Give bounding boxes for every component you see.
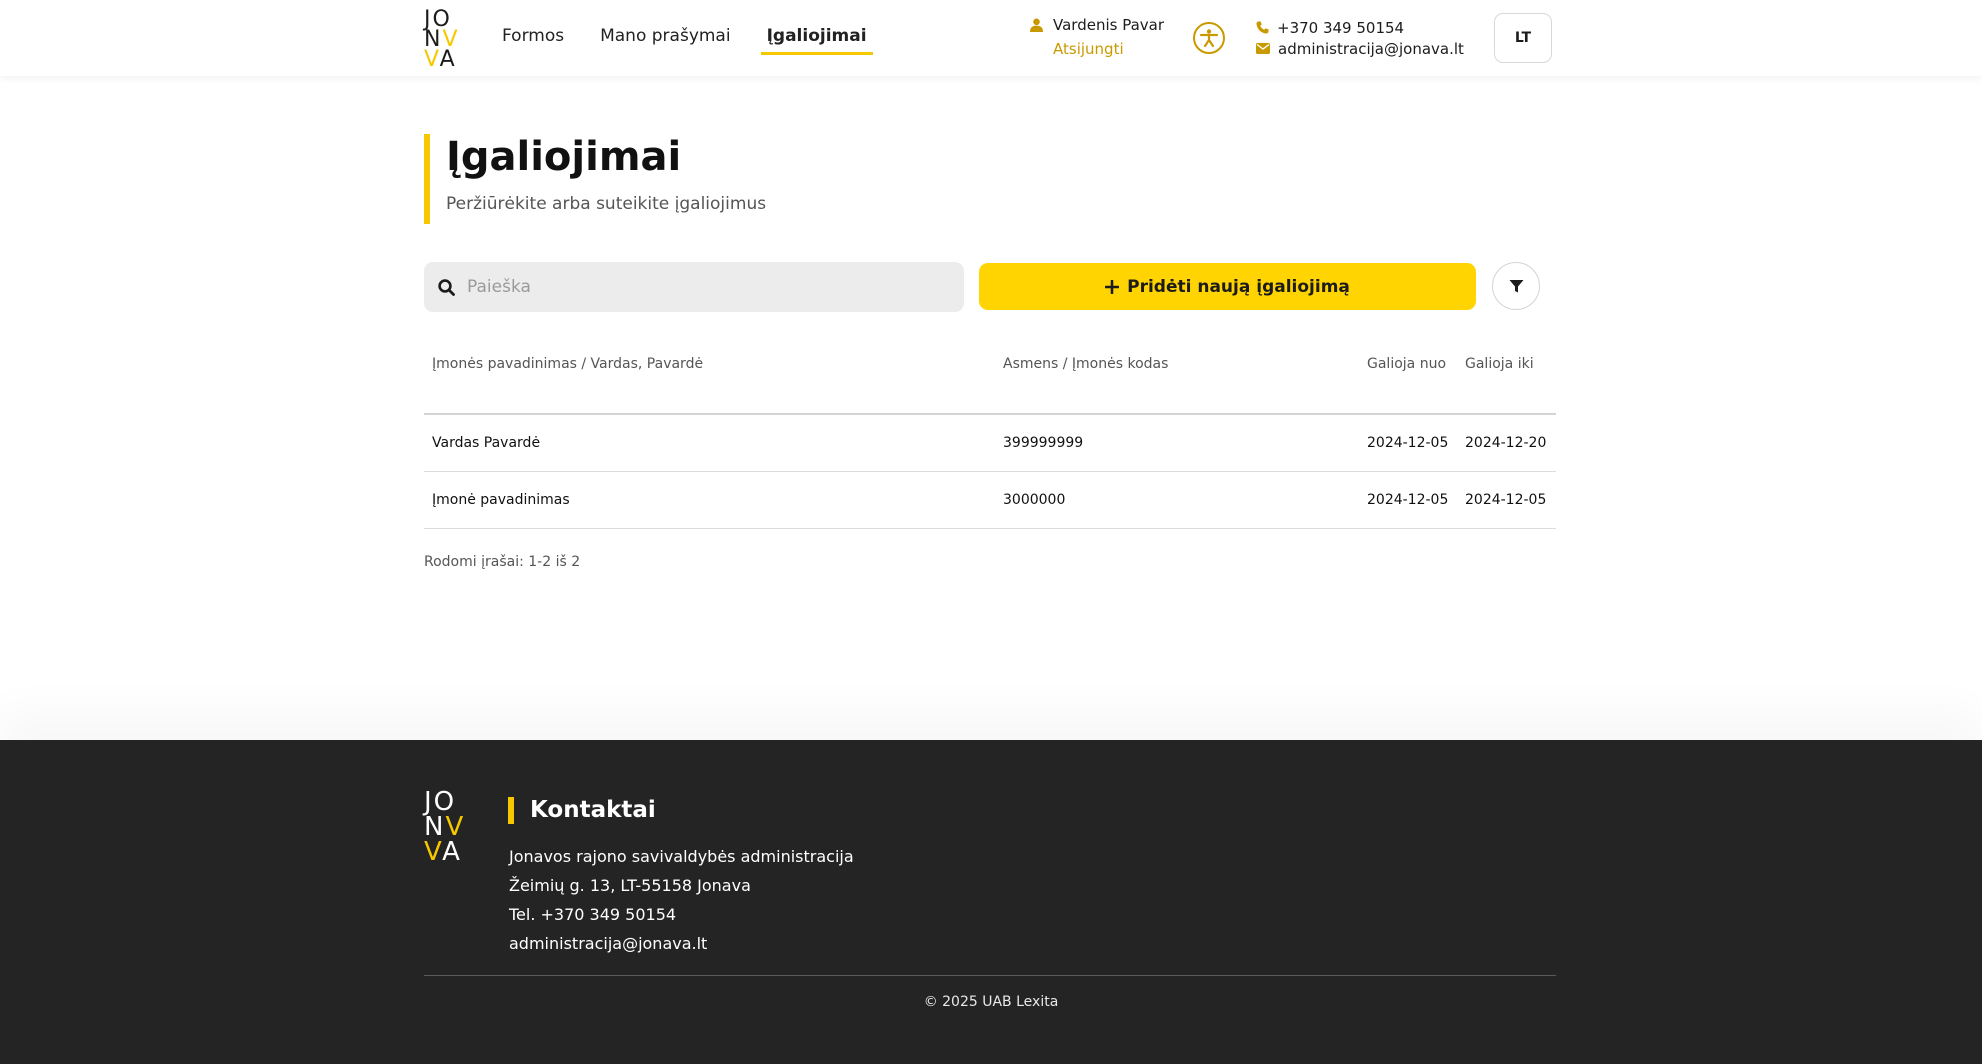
user-name: Vardenis Pavar (1053, 16, 1164, 34)
header-phone[interactable]: +370 349 50154 (1256, 17, 1464, 38)
filter-icon (1509, 279, 1523, 292)
authorizations-table: Įmonės pavadinimas / Vardas, Pavardė Asm… (424, 345, 1556, 529)
search-box (424, 262, 964, 312)
accessibility-button[interactable] (1193, 22, 1225, 54)
table-header-row: Įmonės pavadinimas / Vardas, Pavardė Asm… (424, 345, 1556, 415)
nav-item-mano-prasymai[interactable]: Mano prašymai (600, 26, 730, 55)
copyright: © 2025 UAB Lexita (923, 994, 1059, 1010)
col-header-code[interactable]: Asmens / Įmonės kodas (995, 345, 1359, 415)
cell-valid-to: 2024-12-05 (1457, 471, 1556, 529)
footer-contacts: Jonavos rajono savivaldybės administraci… (509, 842, 854, 958)
accessibility-icon (1199, 29, 1219, 48)
logout-link[interactable]: Atsijungti (1053, 40, 1164, 58)
jonava-logo[interactable]: JO NV VA (424, 9, 460, 72)
page-subtitle: Peržiūrėkite arba suteikite įgaliojimus (446, 194, 767, 214)
cell-valid-from: 2024-12-05 (1359, 414, 1457, 472)
footer-logo-row-3: VA (424, 837, 462, 867)
footer-divider (424, 975, 1556, 976)
envelope-icon (1256, 43, 1270, 54)
add-authorization-button[interactable]: Pridėti naują įgaliojimą (979, 263, 1476, 310)
col-header-valid-to[interactable]: Galioja iki (1457, 345, 1556, 415)
footer-phone[interactable]: Tel. +370 349 50154 (509, 900, 854, 929)
language-button[interactable]: LT (1494, 13, 1552, 63)
filter-button[interactable] (1492, 262, 1540, 310)
table-row[interactable]: Įmonė pavadinimas 3000000 2024-12-05 202… (424, 471, 1556, 529)
header-email-text: administracija@jonava.lt (1278, 39, 1464, 58)
user-block: Vardenis Pavar Atsijungti (1030, 16, 1164, 58)
site-header: JO NV VA Formos Mano prašymai Įgaliojima… (0, 0, 1982, 76)
search-icon (438, 278, 455, 296)
header-contacts: +370 349 50154 administracija@jonava.lt (1256, 17, 1464, 59)
phone-icon (1256, 21, 1269, 34)
footer-contacts-title: Kontaktai (508, 797, 656, 824)
cell-valid-from: 2024-12-05 (1359, 471, 1457, 529)
table-row[interactable]: Vardas Pavardė 399999999 2024-12-05 2024… (424, 414, 1556, 472)
nav-item-formos[interactable]: Formos (502, 26, 564, 55)
user-name-row: Vardenis Pavar (1030, 16, 1164, 34)
search-input[interactable] (467, 277, 947, 297)
cell-name: Vardas Pavardė (424, 414, 995, 472)
cell-code: 399999999 (995, 414, 1359, 472)
page-title: Įgaliojimai (446, 134, 682, 180)
nav-item-igaliojimai[interactable]: Įgaliojimai (760, 26, 873, 55)
logo-row-3: VA (424, 47, 457, 72)
header-phone-text: +370 349 50154 (1277, 18, 1405, 37)
page-title-block: Įgaliojimai Peržiūrėkite arba suteikite … (424, 134, 766, 224)
add-authorization-label: Pridėti naują įgaliojimą (1127, 276, 1350, 297)
col-header-valid-from[interactable]: Galioja nuo (1359, 345, 1457, 415)
footer-email[interactable]: administracija@jonava.lt (509, 929, 854, 958)
col-header-name[interactable]: Įmonės pavadinimas / Vardas, Pavardė (424, 345, 995, 415)
site-footer: JO NV VA Kontaktai Jonavos rajono saviva… (0, 740, 1982, 1064)
footer-address: Žeimių g. 13, LT-55158 Jonava (509, 876, 751, 895)
cell-name: Įmonė pavadinimas (424, 471, 995, 529)
cell-code: 3000000 (995, 471, 1359, 529)
records-count: Rodomi įrašai: 1-2 iš 2 (424, 554, 581, 570)
header-email[interactable]: administracija@jonava.lt (1256, 38, 1464, 59)
footer-org-name: Jonavos rajono savivaldybės administraci… (509, 847, 854, 866)
main-nav: Formos Mano prašymai Įgaliojimai (502, 26, 873, 55)
footer-logo[interactable]: JO NV VA (424, 789, 465, 867)
plus-icon (1105, 279, 1120, 294)
user-icon (1030, 18, 1043, 32)
cell-valid-to: 2024-12-20 (1457, 414, 1556, 472)
